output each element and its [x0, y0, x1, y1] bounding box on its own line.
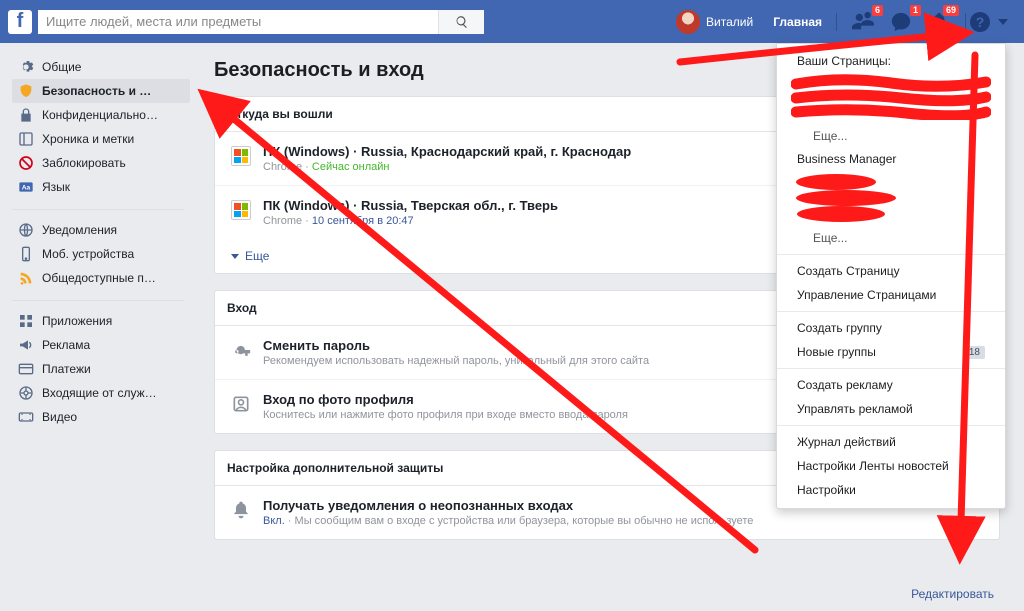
- facebook-logo[interactable]: f: [8, 10, 32, 34]
- chevron-down-icon: [231, 254, 239, 259]
- help-icon[interactable]: ?: [970, 12, 990, 32]
- topbar: f Виталий Главная 6 1 69 ?: [0, 0, 1024, 43]
- redacted-pages: [791, 74, 991, 120]
- gear-icon: [18, 59, 34, 75]
- messages-badge: 1: [910, 5, 921, 16]
- sidebar-item-block[interactable]: Заблокировать: [12, 151, 190, 175]
- sidebar-item-card[interactable]: Платежи: [12, 357, 190, 381]
- sidebar-item-lock[interactable]: Конфиденциально…: [12, 103, 190, 127]
- windows-icon: [231, 144, 251, 166]
- dd-bm-label: Business Manager: [777, 148, 1005, 172]
- dd-manage-ads[interactable]: Управлять рекламой: [777, 397, 1005, 421]
- messages-icon[interactable]: 1: [889, 10, 913, 34]
- ads-icon: [18, 337, 34, 353]
- search-button[interactable]: [438, 10, 484, 34]
- dd-create-ad[interactable]: Создать рекламу: [777, 373, 1005, 397]
- lang-icon: Aa: [18, 179, 34, 195]
- redacted-bm: [791, 172, 991, 222]
- video-icon: [18, 409, 34, 425]
- settings-sidebar: ОбщиеБезопасность и …Конфиденциально…Хро…: [0, 43, 190, 556]
- bell-icon: [231, 498, 251, 520]
- block-icon: [18, 155, 34, 171]
- sidebar-item-ads[interactable]: Реклама: [12, 333, 190, 357]
- sidebar-item-globe[interactable]: Уведомления: [12, 218, 190, 242]
- dd-create-page[interactable]: Создать Страницу: [777, 259, 1005, 283]
- windows-icon: [231, 198, 251, 220]
- dd-manage-pages[interactable]: Управление Страницами: [777, 283, 1005, 307]
- sidebar-item-gear[interactable]: Общие: [12, 55, 190, 79]
- mobile-icon: [18, 246, 34, 262]
- avatar: [676, 10, 700, 34]
- sidebar-item-lang[interactable]: AaЯзык: [12, 175, 190, 199]
- profile-photo-icon: [231, 392, 251, 414]
- dd-settings[interactable]: Настройки: [777, 478, 1005, 502]
- sidebar-item-apps[interactable]: Приложения: [12, 309, 190, 333]
- timeline-icon: [18, 131, 34, 147]
- dd-more-bm[interactable]: Еще...: [777, 226, 1005, 250]
- card-icon: [18, 361, 34, 377]
- dd-feed-settings[interactable]: Настройки Ленты новостей: [777, 454, 1005, 478]
- user-name: Виталий: [706, 15, 753, 29]
- svg-text:Aa: Aa: [22, 185, 31, 192]
- globe-icon: [18, 222, 34, 238]
- sidebar-item-video[interactable]: Видео: [12, 405, 190, 429]
- search-input[interactable]: [38, 10, 438, 34]
- lock-icon: [18, 107, 34, 123]
- dd-pages-label: Ваши Страницы:: [777, 50, 1005, 74]
- friends-badge: 6: [872, 5, 883, 16]
- search-icon: [455, 15, 469, 29]
- sidebar-item-mobile[interactable]: Моб. устройства: [12, 242, 190, 266]
- profile-link[interactable]: Виталий: [666, 10, 763, 34]
- sidebar-item-timeline[interactable]: Хроника и метки: [12, 127, 190, 151]
- sidebar-item-rss[interactable]: Общедоступные п…: [12, 266, 190, 290]
- dd-more-pages[interactable]: Еще...: [777, 124, 1005, 148]
- rss-icon: [18, 270, 34, 286]
- notifications-icon[interactable]: 69: [927, 10, 951, 34]
- edit-link[interactable]: Редактировать: [911, 587, 994, 601]
- apps-icon: [18, 313, 34, 329]
- key-icon: [231, 338, 251, 360]
- nav-icons: 6 1 69: [851, 10, 951, 34]
- shield-icon: [18, 83, 34, 99]
- dd-new-groups[interactable]: Новые группы 18: [777, 340, 1005, 364]
- friend-requests-icon[interactable]: 6: [851, 10, 875, 34]
- support-icon: [18, 385, 34, 401]
- dd-new-groups-badge: 18: [964, 346, 985, 359]
- account-menu-caret-icon[interactable]: [998, 19, 1008, 25]
- dd-create-group[interactable]: Создать группу: [777, 316, 1005, 340]
- notifications-badge: 69: [943, 5, 959, 16]
- sidebar-item-support[interactable]: Входящие от служ…: [12, 381, 190, 405]
- account-dropdown: Ваши Страницы: Еще... Business Manager Е…: [776, 43, 1006, 509]
- sidebar-item-shield[interactable]: Безопасность и …: [12, 79, 190, 103]
- home-link[interactable]: Главная: [763, 15, 832, 29]
- search-wrap: [38, 10, 484, 34]
- dd-activity-log[interactable]: Журнал действий: [777, 430, 1005, 454]
